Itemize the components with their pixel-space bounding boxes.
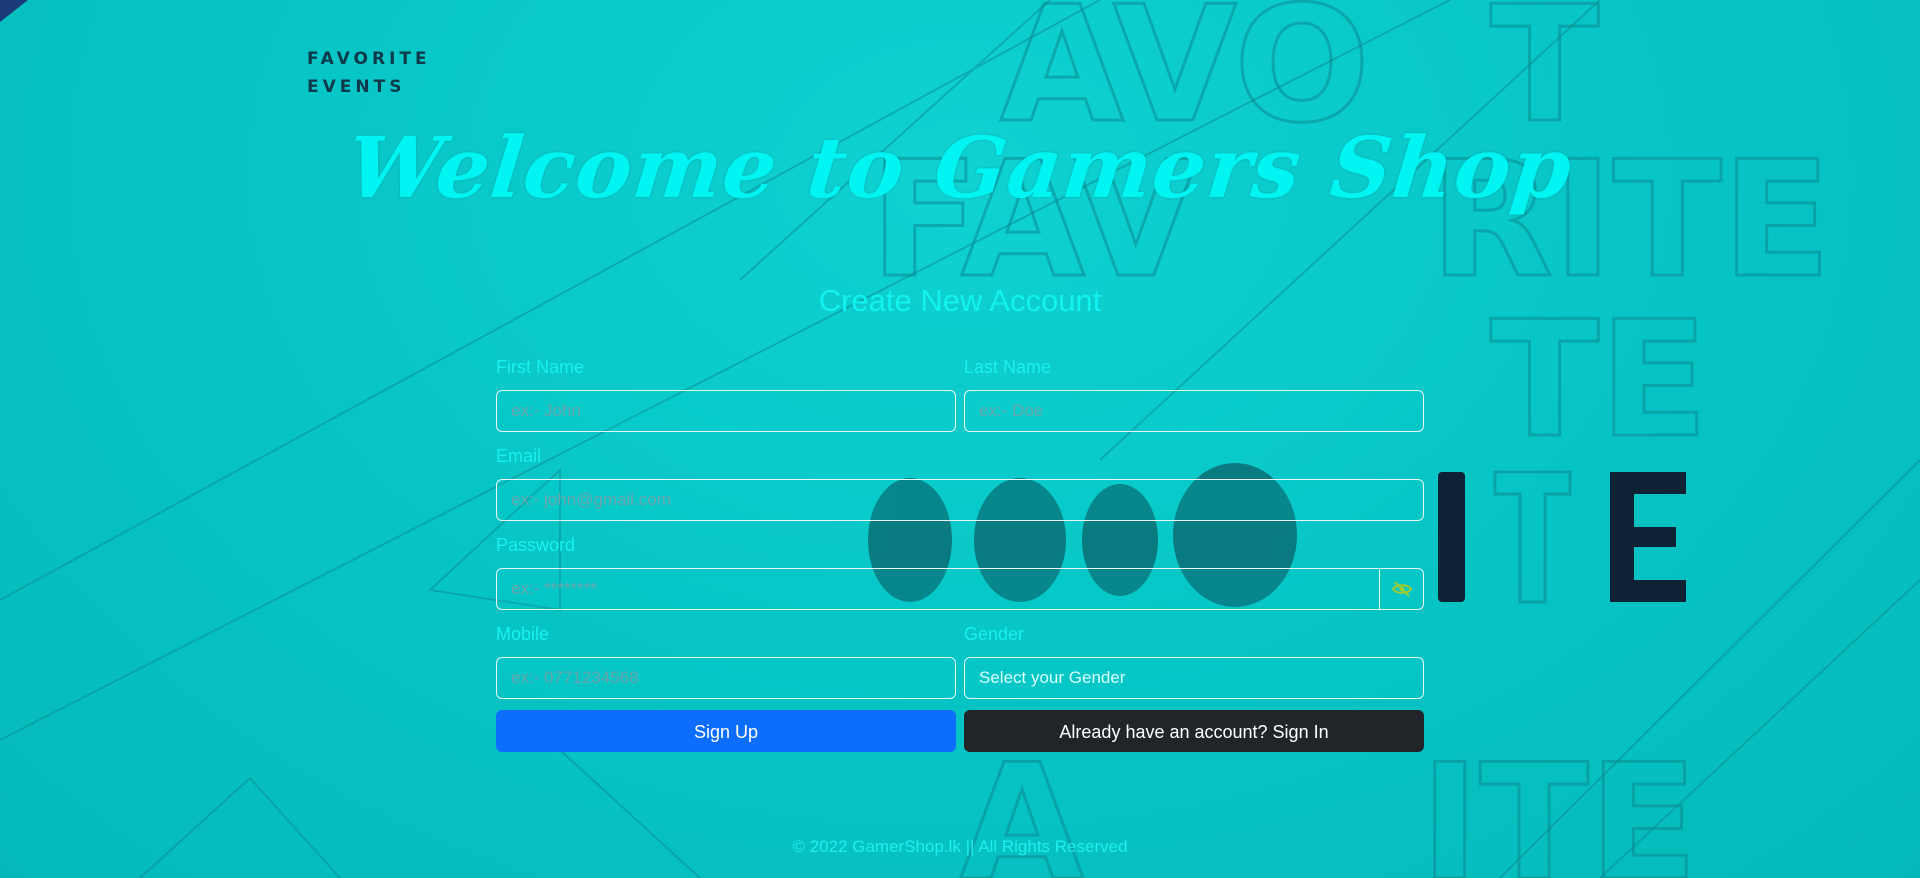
- form-title: Create New Account: [818, 283, 1102, 318]
- sign-up-button[interactable]: Sign Up: [496, 710, 956, 752]
- email-label: Email: [496, 446, 542, 466]
- signup-form: First Name Last Name Email Password Mobi…: [496, 354, 1424, 752]
- password-toggle-button[interactable]: [1380, 568, 1424, 610]
- mobile-label: Mobile: [496, 624, 550, 644]
- first-name-input[interactable]: [496, 390, 956, 432]
- password-label: Password: [496, 535, 576, 555]
- gender-select[interactable]: Select your Gender: [964, 657, 1424, 699]
- eye-slash-icon: [1391, 581, 1412, 597]
- hero-title: Welcome to Gamers Shop: [343, 118, 1577, 217]
- password-group: [496, 568, 1424, 610]
- email-input[interactable]: [496, 479, 1424, 521]
- first-name-label: First Name: [496, 357, 585, 377]
- gender-label: Gender: [964, 624, 1025, 644]
- brand-logo: FAVORITE EVENTS: [307, 45, 431, 101]
- last-name-label: Last Name: [964, 357, 1052, 377]
- last-name-input[interactable]: [964, 390, 1424, 432]
- sign-in-button[interactable]: Already have an account? Sign In: [964, 710, 1424, 752]
- footer-copyright: © 2022 GamerShop.lk || All Rights Reserv…: [792, 837, 1128, 856]
- password-input[interactable]: [496, 568, 1381, 610]
- brand-line-1: FAVORITE: [307, 49, 431, 69]
- mobile-input[interactable]: [496, 657, 956, 699]
- brand-line-2: EVENTS: [307, 77, 406, 97]
